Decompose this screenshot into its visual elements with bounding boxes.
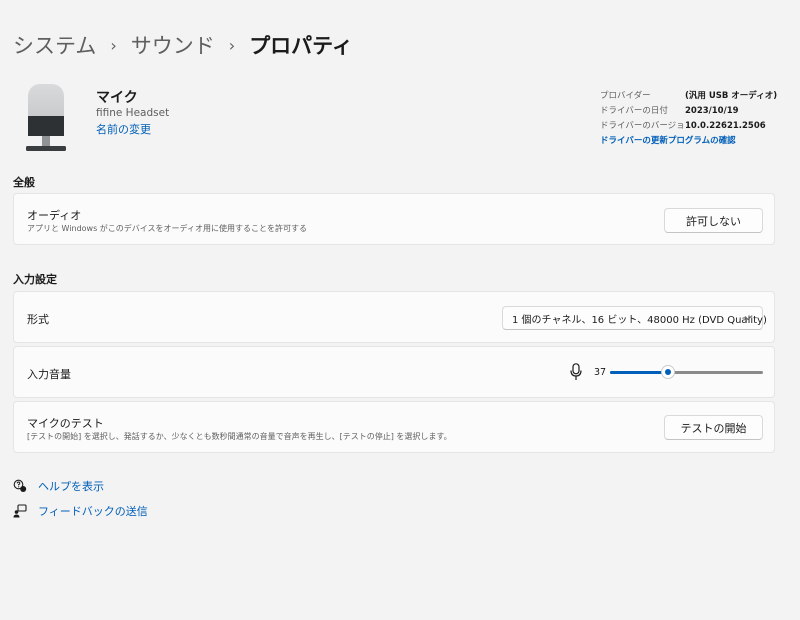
start-test-button[interactable]: テストの開始 — [664, 415, 763, 440]
feedback-icon — [13, 504, 27, 518]
disallow-button[interactable]: 許可しない — [664, 208, 763, 233]
volume-slider-thumb[interactable] — [661, 365, 675, 379]
mic-test-description: [テストの開始] を選択し、発話するか、少なくとも数秒間通常の音量で音声を再生し… — [27, 432, 452, 441]
help-icon — [13, 479, 27, 492]
driver-version-value: 10.0.22621.2506 — [685, 121, 766, 131]
breadcrumb-separator: › — [110, 35, 117, 55]
volume-slider[interactable] — [610, 364, 763, 380]
volume-card: 入力音量 37 — [13, 346, 775, 398]
audio-card: オーディオ アプリと Windows がこのデバイスをオーディオ用に使用すること… — [13, 193, 775, 245]
driver-info-row: ドライバーのバージョン 10.0.22621.2506 — [600, 119, 777, 134]
audio-title: オーディオ — [27, 209, 82, 222]
provider-value: (汎用 USB オーディオ) — [685, 91, 778, 101]
driver-info: プロバイダー (汎用 USB オーディオ) ドライバーの日付 2023/10/1… — [600, 89, 777, 149]
breadcrumb-separator: › — [228, 35, 236, 55]
mic-test-card: マイクのテスト [テストの開始] を選択し、発話するか、少なくとも数秒間通常の音… — [13, 401, 775, 453]
driver-update-link[interactable]: ドライバーの更新プログラムの確認 — [600, 134, 777, 149]
feedback-link-label: フィードバックの送信 — [38, 505, 148, 518]
feedback-link[interactable]: フィードバックの送信 — [13, 503, 148, 519]
format-selected-value: 1 個のチャネル、16 ビット、48000 Hz (DVD Quality) — [512, 314, 767, 326]
help-link[interactable]: ヘルプを表示 — [13, 478, 104, 494]
driver-date-label: ドライバーの日付 — [600, 106, 668, 116]
device-title: マイク — [96, 90, 138, 106]
driver-date-value: 2023/10/19 — [685, 106, 739, 116]
page-title: プロパティ — [249, 34, 353, 58]
breadcrumb-item-system[interactable]: システム — [13, 30, 96, 60]
audio-description: アプリと Windows がこのデバイスをオーディオ用に使用することを許可する — [27, 224, 307, 233]
section-title-input: 入力設定 — [13, 273, 57, 286]
breadcrumb: システム › サウンド › プロパティ — [13, 30, 353, 60]
format-dropdown[interactable]: 1 個のチャネル、16 ビット、48000 Hz (DVD Quality) — [502, 306, 767, 330]
device-subtitle: fifine Headset — [96, 107, 170, 119]
volume-title: 入力音量 — [27, 368, 71, 381]
microphone-device-icon — [22, 82, 70, 154]
provider-label: プロバイダー — [600, 91, 651, 101]
format-card: 形式 1 個のチャネル、16 ビット、48000 Hz (DVD Quality… — [13, 291, 775, 343]
driver-version-label: ドライバーのバージョン — [600, 121, 685, 131]
volume-value: 37 — [594, 367, 607, 378]
driver-info-row: ドライバーの日付 2023/10/19 — [600, 104, 777, 119]
format-title: 形式 — [27, 313, 49, 326]
help-link-label: ヘルプを表示 — [38, 480, 104, 493]
driver-info-row: プロバイダー (汎用 USB オーディオ) — [600, 89, 777, 104]
microphone-icon — [570, 363, 582, 380]
chevron-down-icon — [744, 316, 752, 321]
volume-slider-fill — [610, 371, 668, 374]
rename-link[interactable]: 名前の変更 — [96, 121, 151, 137]
breadcrumb-item-sound[interactable]: サウンド — [131, 30, 215, 60]
mic-test-title: マイクのテスト — [27, 417, 104, 430]
section-title-general: 全般 — [13, 176, 35, 189]
